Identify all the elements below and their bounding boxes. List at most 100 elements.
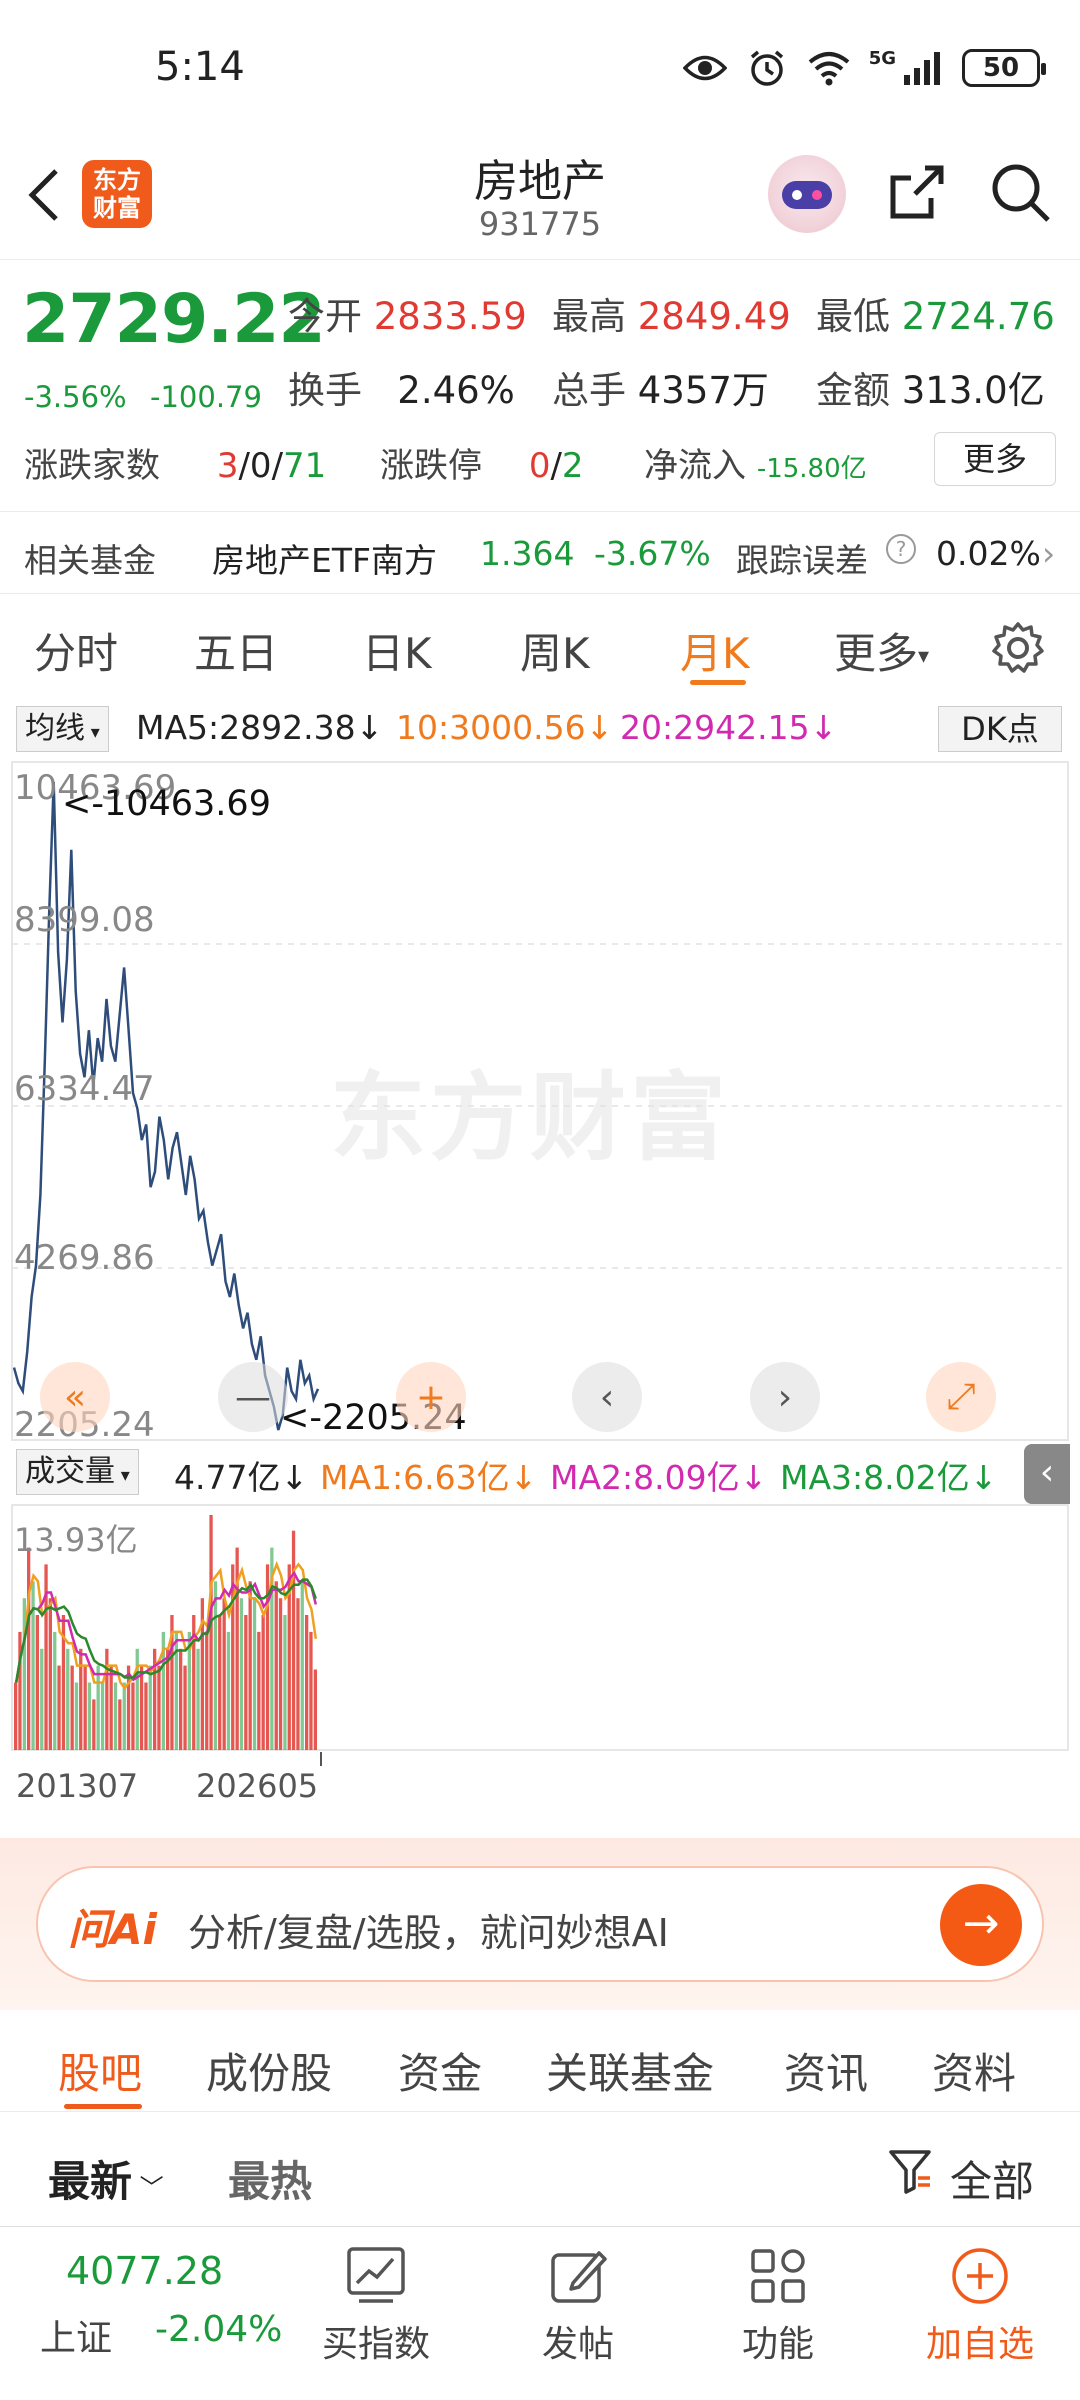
volume-current: 4.77亿↓ [174,1458,309,1497]
index-name: 上证 [40,2318,113,2359]
filter-all[interactable]: 全部 [950,2148,1034,2209]
search-icon[interactable] [988,160,1052,224]
tab-five-day[interactable]: 五日 [194,620,278,681]
tab-intraday[interactable]: 分时 [34,620,118,681]
related-fund-row[interactable]: 相关基金 房地产ETF南方 1.364 -3.67% 跟踪误差 ? 0.02% … [0,512,1080,594]
filter-hot[interactable]: 最热 [228,2148,312,2209]
ma-selector[interactable]: 均线 ▾ [16,706,109,752]
tab-funds-flow[interactable]: 资金 [398,2040,482,2101]
rewind-icon[interactable]: « [40,1362,110,1432]
volume-bar [113,1682,118,1750]
buy-index-button[interactable]: 买指数 [306,2235,446,2385]
volume-bar [96,1665,100,1750]
help-icon[interactable]: ? [886,534,916,564]
wifi-icon [807,48,851,88]
chevron-right-icon[interactable]: › [750,1362,820,1432]
filter-icon[interactable] [888,2148,932,2196]
open-field: 今开 2833.59 [288,295,527,338]
volume-row: 成交量 ▾ 4.77亿↓ MA1:6.63亿↓ MA2:8.09亿↓ MA3:8… [0,1445,1080,1501]
volume-panel-frame [11,1504,1069,1751]
volume-bar [183,1665,187,1750]
volume-bar [148,1665,152,1750]
volume-bar [187,1631,191,1750]
tab-constituents[interactable]: 成份股 [206,2040,332,2101]
volume-bar [278,1598,283,1750]
fund-name: 房地产ETF南方 [212,541,437,580]
volume-bar [44,1564,48,1750]
filter-latest[interactable]: 最新 ﹀ [48,2148,164,2209]
post-button[interactable]: 发帖 [508,2235,648,2385]
chevron-down-icon: ﹀ [132,2174,164,2202]
fullscreen-icon[interactable]: ⤢ [926,1362,996,1432]
more-quote-button[interactable]: 更多 [934,432,1056,486]
gear-icon[interactable] [990,620,1046,676]
tracking-error-label: 跟踪误差 [736,541,868,580]
volume-bar [153,1648,157,1750]
volume-bar [105,1648,109,1750]
tab-related-funds[interactable]: 关联基金 [546,2040,714,2101]
period-tabs: 分时 五日 日K 周K 月K 更多▾ [0,596,1080,698]
volume-bar [118,1699,122,1750]
tab-daily-k[interactable]: 日K [362,620,432,681]
volume-bar [79,1648,83,1750]
change-percent: -3.56% [24,380,127,414]
share-icon[interactable] [885,160,949,224]
volume-field: 总手 4357万 [552,369,769,412]
volume-bar [157,1665,161,1750]
bottom-bar: 4077.28 上证 -2.04% 买指数 发帖 功能 加自选 [0,2226,1080,2400]
ma20-value: 20:2942.15↓ [620,708,838,747]
index-value: 4077.28 [66,2249,224,2293]
tab-news[interactable]: 资讯 [784,2040,868,2101]
add-watchlist-button[interactable]: 加自选 [910,2235,1050,2385]
volume-bar [305,1615,309,1750]
volume-bar [57,1665,61,1750]
volume-bar [87,1682,92,1750]
volume-bar [131,1682,135,1750]
battery-indicator: 50 [962,49,1046,87]
chevron-right-icon: › [1042,534,1056,573]
breadth-field: 涨跌家数 3/0/71 [24,446,327,486]
arrow-right-icon[interactable]: → [940,1884,1022,1966]
volume-bar [205,1631,209,1750]
ma5-value: MA5:2892.38↓ [136,708,384,747]
volume-bar [74,1682,79,1750]
volume-bar [27,1547,31,1750]
vol-ma2: MA2:8.09亿↓ [550,1458,768,1497]
volume-bar [244,1615,248,1750]
volume-bar [274,1581,278,1750]
chevron-left-icon[interactable]: ‹ [572,1362,642,1432]
dk-point-button[interactable]: DK点 [938,706,1062,752]
volume-bar [53,1631,57,1750]
volume-bar [144,1682,148,1750]
tab-more[interactable]: 更多▾ [834,620,929,681]
volume-bar [257,1631,261,1750]
fund-label: 相关基金 [24,541,156,580]
tab-profile[interactable]: 资料 [932,2040,1016,2101]
high-marker-label: <-10463.69 [62,784,271,824]
ai-robot-icon[interactable] [768,155,846,233]
ma-row: 均线 ▾ MA5:2892.38↓ 10:3000.56↓ 20:2942.15… [0,702,1080,758]
y-tick-label: 8399.08 [14,900,155,940]
zoom-in-icon[interactable]: + [396,1362,466,1432]
alarm-icon [745,48,789,88]
ai-search-bar[interactable]: 问Ai 分析/复盘/选股，就问妙想AI → [36,1866,1044,1982]
fund-pct: -3.67% [594,534,711,573]
tab-weekly-k[interactable]: 周K [520,620,590,681]
volume-bar [139,1665,144,1750]
volume-bar [213,1581,218,1750]
functions-button[interactable]: 功能 [708,2235,848,2385]
volume-bar [300,1581,304,1750]
volume-selector[interactable]: 成交量 ▾ [16,1449,139,1495]
collapse-panel-button[interactable]: ‹ [1024,1444,1070,1504]
volume-bar [35,1615,39,1750]
volume-bar [313,1669,317,1750]
volume-ma3-line [14,1578,317,1683]
tab-forum[interactable]: 股吧 [58,2040,142,2101]
volume-bar [100,1682,105,1750]
network-label: 5G [868,47,896,69]
watermark: 东方财富 [330,1062,730,1174]
zoom-out-icon[interactable]: — [218,1362,288,1432]
tab-monthly-k[interactable]: 月K [680,620,750,681]
vol-ma1: MA1:6.63亿↓ [320,1458,538,1497]
inflow-field: 净流入 -15.80亿 [644,446,867,486]
